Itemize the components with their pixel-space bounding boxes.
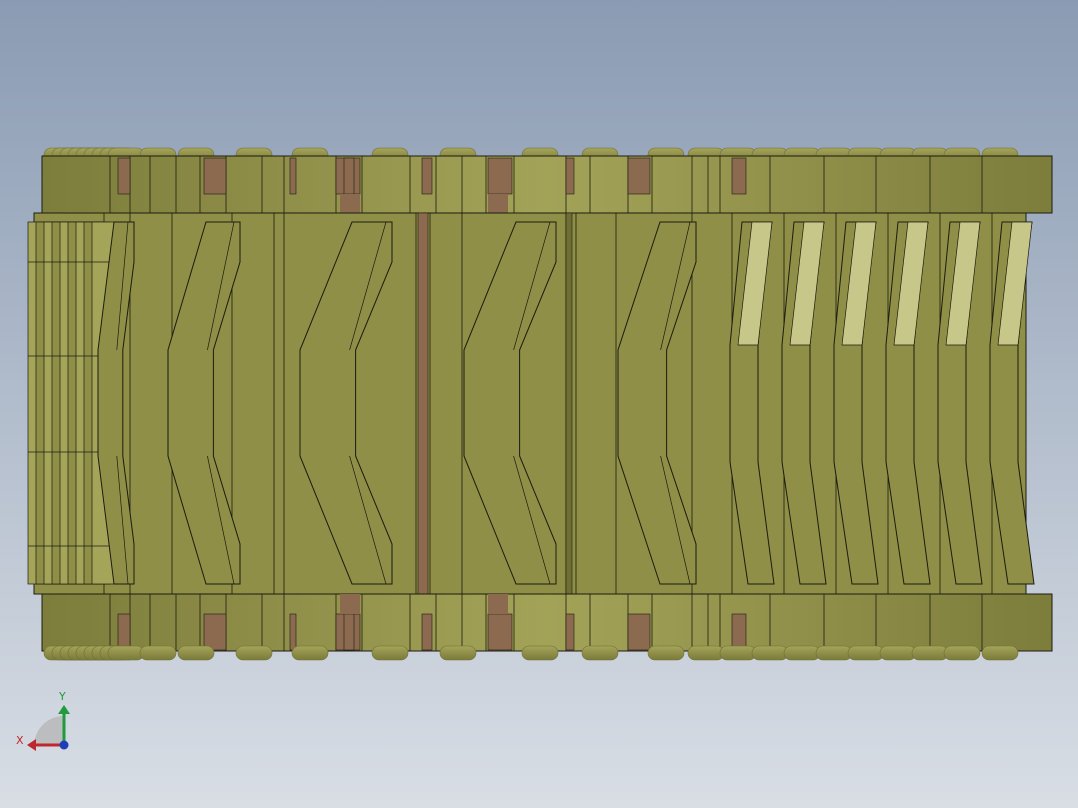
bottom-roller bbox=[847, 645, 885, 661]
bottom-rubber-pad bbox=[487, 613, 513, 651]
bottom-rubber-pad bbox=[117, 613, 131, 651]
y-axis-label: Y bbox=[58, 690, 66, 703]
bottom-rubber-pad bbox=[565, 613, 575, 651]
z-axis-dot bbox=[59, 740, 69, 750]
bottom-roller bbox=[943, 645, 981, 661]
top-rubber-pad bbox=[203, 157, 227, 195]
top-rubber-pad bbox=[421, 157, 433, 195]
bottom-roller bbox=[235, 645, 273, 661]
bottom-roller bbox=[371, 645, 409, 661]
bottom-roller bbox=[687, 645, 725, 661]
drag-chain-model[interactable] bbox=[27, 147, 1053, 661]
bottom-roller bbox=[581, 645, 619, 661]
bottom-roller bbox=[783, 645, 821, 661]
bottom-rubber-strip bbox=[340, 594, 360, 614]
bottom-roller bbox=[647, 645, 685, 661]
top-rubber-pad bbox=[289, 157, 297, 195]
top-rubber-pad bbox=[487, 157, 513, 195]
bottom-rubber-pad bbox=[203, 613, 227, 651]
bottom-roller bbox=[879, 645, 917, 661]
bottom-roller bbox=[107, 645, 145, 661]
bottom-rubber-pad bbox=[343, 613, 355, 651]
bottom-roller bbox=[521, 645, 559, 661]
cad-viewport[interactable]: Y X bbox=[0, 0, 1078, 808]
bottom-roller bbox=[177, 645, 215, 661]
top-rubber-pad bbox=[627, 157, 651, 195]
separator bbox=[565, 212, 573, 595]
bottom-rubber-pad bbox=[627, 613, 651, 651]
bottom-rubber-pad bbox=[289, 613, 297, 651]
bottom-roller bbox=[291, 645, 329, 661]
top-rubber-pad bbox=[731, 157, 747, 195]
bottom-roller bbox=[139, 645, 177, 661]
bottom-roller bbox=[815, 645, 853, 661]
top-rubber-strip bbox=[488, 194, 508, 213]
bottom-rail bbox=[41, 593, 1053, 652]
bottom-rail-rollers bbox=[43, 645, 1019, 661]
top-rubber-pad bbox=[343, 157, 355, 195]
bottom-roller bbox=[719, 645, 757, 661]
top-rubber-pad bbox=[117, 157, 131, 195]
top-rubber-pad bbox=[565, 157, 575, 195]
bottom-rubber-pad bbox=[421, 613, 433, 651]
center-separator bbox=[417, 212, 429, 595]
bottom-roller bbox=[751, 645, 789, 661]
x-axis-label: X bbox=[16, 734, 24, 747]
bottom-roller bbox=[439, 645, 477, 661]
bottom-rubber-strip bbox=[488, 594, 508, 614]
top-rubber-strip bbox=[340, 194, 360, 213]
bottom-roller bbox=[981, 645, 1019, 661]
bottom-roller bbox=[911, 645, 949, 661]
top-rail bbox=[41, 155, 1053, 214]
bottom-rubber-pad bbox=[731, 613, 747, 651]
